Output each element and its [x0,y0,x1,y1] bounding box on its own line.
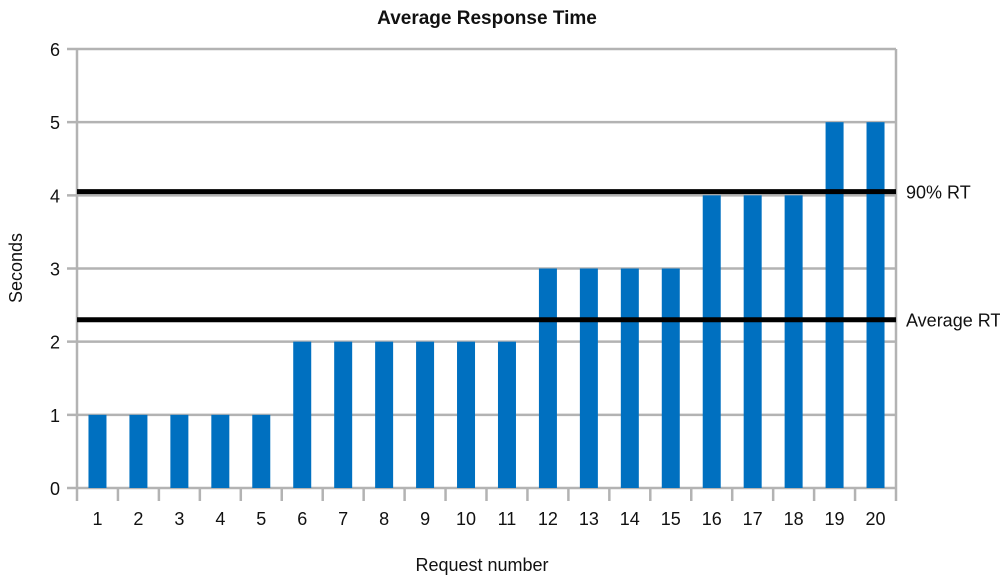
x-tick-label: 17 [743,509,763,529]
x-tick-label: 13 [579,509,599,529]
x-axis-label: Request number [415,555,548,575]
y-tick-label: 0 [50,479,60,499]
x-tick-label: 7 [338,509,348,529]
bar [211,414,230,488]
chart-title: Average Response Time [377,8,597,29]
y-tick-label: 3 [50,260,60,280]
x-tick-label: 16 [702,509,722,529]
bar [497,341,516,488]
x-tick-label: 15 [661,509,681,529]
y-tick-label: 4 [50,186,60,206]
bar [88,414,107,488]
x-tick-label: 2 [133,509,143,529]
x-tick-label: 9 [420,509,430,529]
bar [825,122,844,489]
y-tick-label: 6 [50,40,60,60]
bar [784,195,803,489]
bar [538,268,557,488]
bar [375,341,394,488]
x-tick-label: 3 [174,509,184,529]
x-tick-label: 4 [215,509,225,529]
bar [866,122,885,489]
bar [129,414,148,488]
bar [170,414,189,488]
x-tick-label: 8 [379,509,389,529]
x-tick-label: 5 [256,509,266,529]
bar [620,268,639,488]
bar [293,341,312,488]
x-tick-label: 1 [92,509,102,529]
x-tick-label: 10 [456,509,476,529]
bar [252,414,271,488]
bar [334,341,353,488]
x-tick-label: 11 [498,509,517,529]
x-tick-label: 18 [784,509,804,529]
x-tick-label: 6 [297,509,307,529]
x-tick-label: 14 [620,509,640,529]
bar-chart: Average Response Time Seconds Request nu… [6,8,1000,575]
bar [702,195,721,489]
x-tick-label: 12 [538,509,558,529]
y-tick-label: 1 [50,406,60,426]
x-tick-label: 20 [866,509,886,529]
reference-line-label: Average RT [906,311,1000,331]
bar [416,341,435,488]
x-tick-label: 19 [825,509,845,529]
bar [579,268,598,488]
y-tick-label: 2 [50,333,60,353]
y-tick-label: 5 [50,113,60,133]
bar [743,195,762,489]
bar [661,268,680,488]
bar [457,341,476,488]
y-axis-label: Seconds [6,233,26,303]
reference-line-label: 90% RT [906,183,971,203]
